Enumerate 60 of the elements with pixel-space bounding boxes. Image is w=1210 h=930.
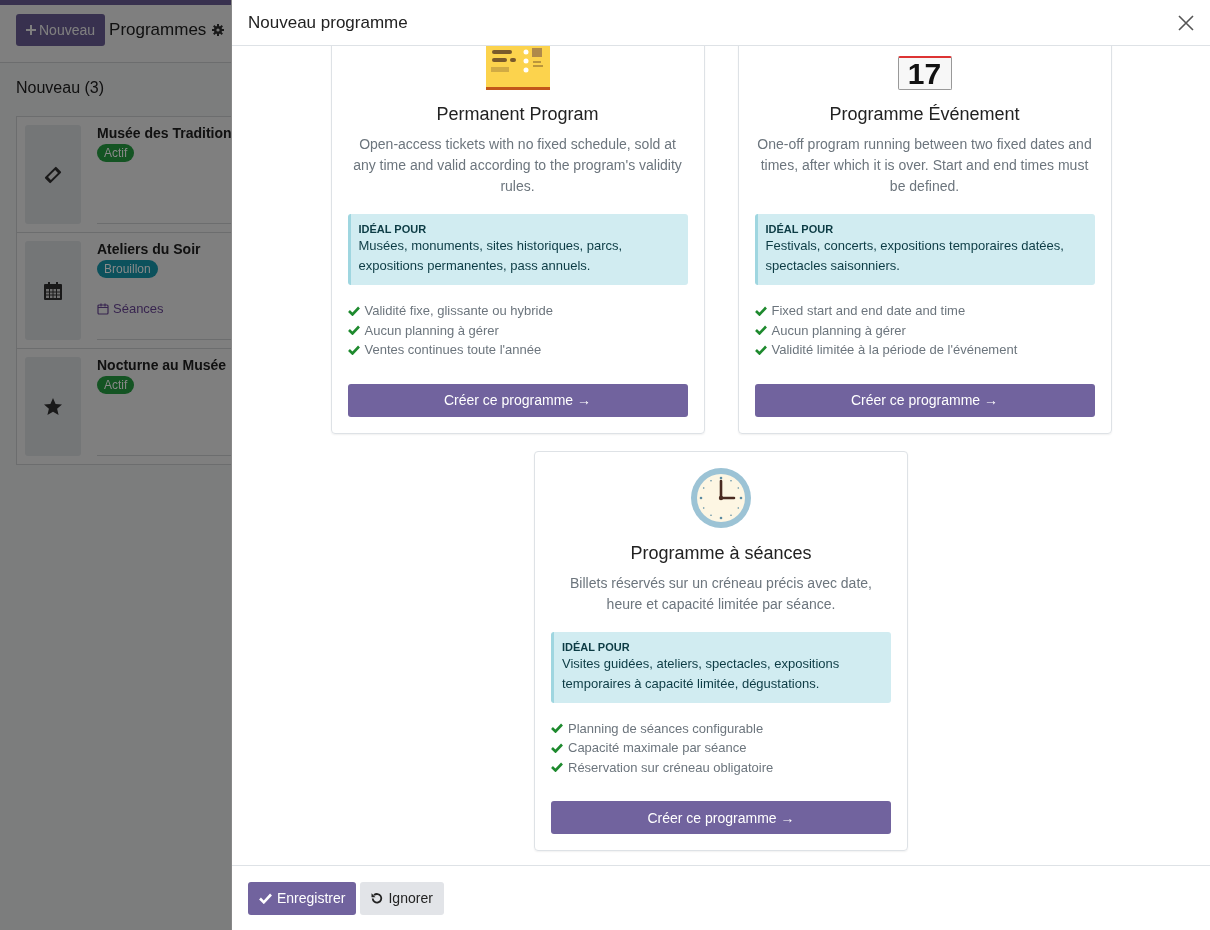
- check-icon: [551, 742, 563, 753]
- card-title: Programme à séances: [630, 542, 812, 564]
- sessions-link[interactable]: Séances: [113, 301, 164, 316]
- check-icon: [347, 305, 360, 316]
- plus-icon: [26, 25, 36, 35]
- close-icon[interactable]: [1178, 14, 1194, 31]
- check-icon: [347, 344, 360, 355]
- create-button[interactable]: Créer ce programme →: [551, 801, 891, 834]
- check-icon: [259, 892, 272, 904]
- ideal-for-text: Festivals, concerts, expositions temporaires datées, spectacles saisonniers.: [765, 237, 1065, 275]
- feature-text: Aucun planning à gérer: [364, 322, 499, 338]
- feature-text: Validité limitée à la période de l'événement: [771, 342, 1018, 358]
- page-title: Programmes: [109, 20, 207, 40]
- ideal-for-label: IDÉAL POUR: [765, 223, 835, 235]
- discard-button[interactable]: Ignorer: [360, 881, 444, 915]
- ideal-for-text: Musées, monuments, sites historiques, parcs, expositions permanentes, pass annuels.: [358, 237, 624, 275]
- feature-text: Capacité maximale par séance: [568, 740, 747, 756]
- record-card[interactable]: Nocturne au Musée Actif: [17, 349, 231, 464]
- feature-text: Réservation sur créneau obligatoire: [568, 759, 774, 775]
- check-icon: [754, 344, 767, 355]
- feature-text: Fixed start and end date and time: [771, 303, 966, 319]
- card-description: Open-access tickets with no fixed schedule, sold at any time and valid according to the program's validity rules.: [352, 135, 683, 196]
- card-description: One-off program running between two fixed dates and times, after which it is over. Start and end times must be defined.: [756, 135, 1093, 196]
- group-title: Nouveau (3): [15, 78, 106, 98]
- feature-text: Validité fixe, glissante ou hybride: [364, 303, 553, 319]
- record-name: Nocturne au Musée: [97, 357, 227, 373]
- card-title: Permanent Program: [436, 104, 599, 125]
- feature-text: Ventes continues toute l'année: [364, 342, 542, 358]
- calendar-icon: 17: [897, 56, 952, 90]
- ideal-for-label: IDÉAL POUR: [358, 223, 428, 235]
- ideal-for-text: Visites guidées, ateliers, spectacles, expositions temporaires à capacité limitée, dégustations.: [562, 654, 841, 693]
- check-icon: [551, 762, 563, 773]
- undo-icon: [371, 892, 384, 904]
- feature-text: Aucun planning à gérer: [771, 322, 906, 338]
- ticket-icon: [485, 46, 550, 90]
- card-description: Billets réservés sur un créneau précis avec date, heure et capacité limitée par séance.: [569, 573, 873, 614]
- ideal-for-label: IDÉAL POUR: [562, 640, 631, 653]
- record-card[interactable]: Musée des Tradition Actif: [17, 117, 231, 233]
- check-icon: [551, 723, 563, 734]
- star-icon: [43, 396, 63, 417]
- clock-icon: [690, 466, 752, 529]
- status-badge: Brouillon: [97, 260, 158, 278]
- feature-text: Planning de séances configurable: [568, 720, 764, 736]
- save-button[interactable]: Enregistrer: [248, 881, 357, 915]
- record-card[interactable]: Ateliers du Soir Brouillon Séances: [17, 233, 231, 349]
- new-button[interactable]: Nouveau: [16, 14, 106, 46]
- create-button[interactable]: Créer ce programme →: [754, 383, 1095, 417]
- calendar-icon: [43, 280, 63, 301]
- create-button[interactable]: Créer ce programme →: [347, 383, 688, 417]
- check-icon: [754, 305, 767, 316]
- card-title: Programme Événement: [829, 104, 1020, 125]
- record-name: Musée des Tradition: [97, 125, 231, 141]
- calendar-icon: [97, 302, 109, 315]
- status-badge: Actif: [97, 144, 135, 162]
- check-icon: [347, 325, 360, 336]
- dialog-title: Nouveau programme: [248, 12, 408, 33]
- gear-icon[interactable]: [212, 24, 225, 36]
- check-icon: [754, 325, 767, 336]
- record-name: Ateliers du Soir: [97, 241, 201, 257]
- status-badge: Actif: [97, 376, 135, 394]
